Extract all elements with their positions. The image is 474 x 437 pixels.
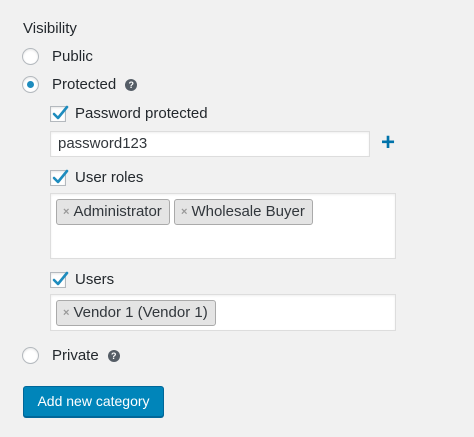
protected-label: Protected — [52, 76, 117, 93]
user-tag-label: Vendor 1 (Vendor 1) — [73, 304, 208, 321]
visibility-panel: Visibility Public Protected ? Password p… — [0, 0, 474, 437]
user-role-tag: × Administrator — [56, 199, 170, 225]
password-protected-checkbox[interactable] — [50, 105, 69, 122]
checkmark-icon — [52, 105, 69, 119]
user-roles-option[interactable]: User roles — [50, 169, 143, 186]
remove-tag-icon[interactable]: × — [63, 200, 69, 224]
radio-option-protected[interactable]: Protected ? — [22, 76, 138, 93]
public-radio[interactable] — [22, 48, 39, 65]
users-select[interactable]: × Vendor 1 (Vendor 1) — [50, 294, 396, 331]
add-password-icon[interactable]: + — [378, 131, 398, 155]
radio-option-public[interactable]: Public — [22, 48, 93, 65]
remove-tag-icon[interactable]: × — [181, 200, 187, 224]
checkmark-icon — [52, 169, 69, 183]
remove-tag-icon[interactable]: × — [63, 301, 69, 325]
user-role-tag: × Wholesale Buyer — [174, 199, 313, 225]
users-checkbox[interactable] — [50, 271, 69, 288]
radio-option-private[interactable]: Private ? — [22, 347, 120, 364]
radio-selected-dot — [27, 81, 34, 88]
user-roles-select[interactable]: × Administrator × Wholesale Buyer — [50, 193, 396, 259]
password-protected-option[interactable]: Password protected — [50, 105, 208, 122]
private-help-icon[interactable]: ? — [107, 349, 120, 362]
private-radio[interactable] — [22, 347, 39, 364]
private-label: Private — [52, 347, 99, 364]
checkmark-icon — [52, 271, 69, 285]
protected-help-icon[interactable]: ? — [125, 78, 138, 91]
visibility-heading: Visibility — [23, 20, 77, 37]
password-protected-label: Password protected — [75, 105, 208, 122]
user-roles-checkbox[interactable] — [50, 169, 69, 186]
users-option[interactable]: Users — [50, 271, 114, 288]
protected-radio[interactable] — [22, 76, 39, 93]
public-label: Public — [52, 48, 93, 65]
add-new-category-button[interactable]: Add new category — [23, 386, 164, 417]
user-role-tag-label: Wholesale Buyer — [191, 203, 305, 220]
user-tag: × Vendor 1 (Vendor 1) — [56, 300, 216, 326]
user-role-tag-label: Administrator — [73, 203, 162, 220]
password-input[interactable]: password123 — [50, 131, 370, 157]
user-roles-label: User roles — [75, 169, 144, 186]
users-label: Users — [75, 271, 115, 288]
